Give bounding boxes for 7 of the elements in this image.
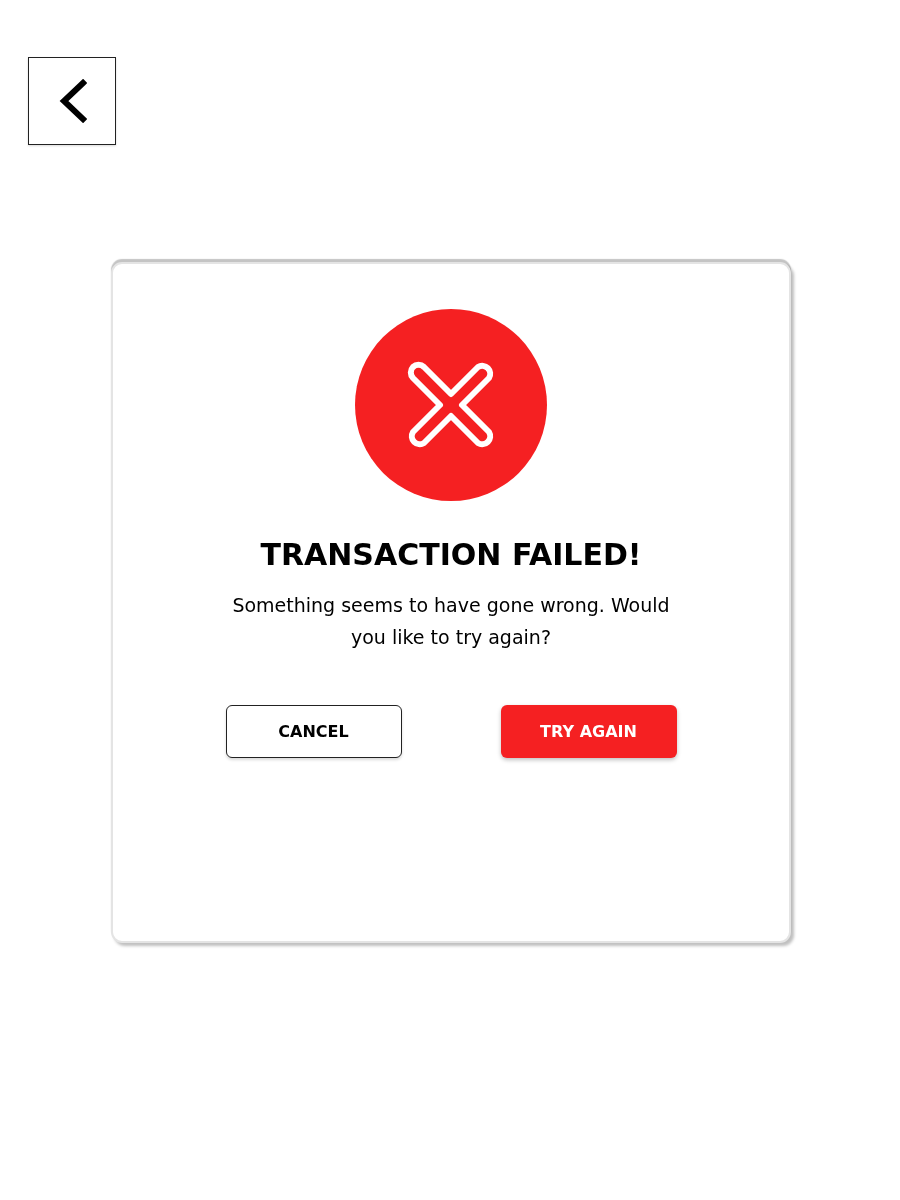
dialog-title: TRANSACTION FAILED!	[260, 536, 642, 574]
try-again-button[interactable]: TRY AGAIN	[500, 705, 677, 758]
chevron-left-icon	[57, 79, 87, 123]
dialog-message: Something seems to have gone wrong. Would you like to try again?	[231, 593, 671, 650]
back-button[interactable]	[28, 57, 116, 145]
cross-circle-icon	[355, 309, 547, 501]
cancel-button[interactable]: CANCEL	[225, 705, 402, 758]
